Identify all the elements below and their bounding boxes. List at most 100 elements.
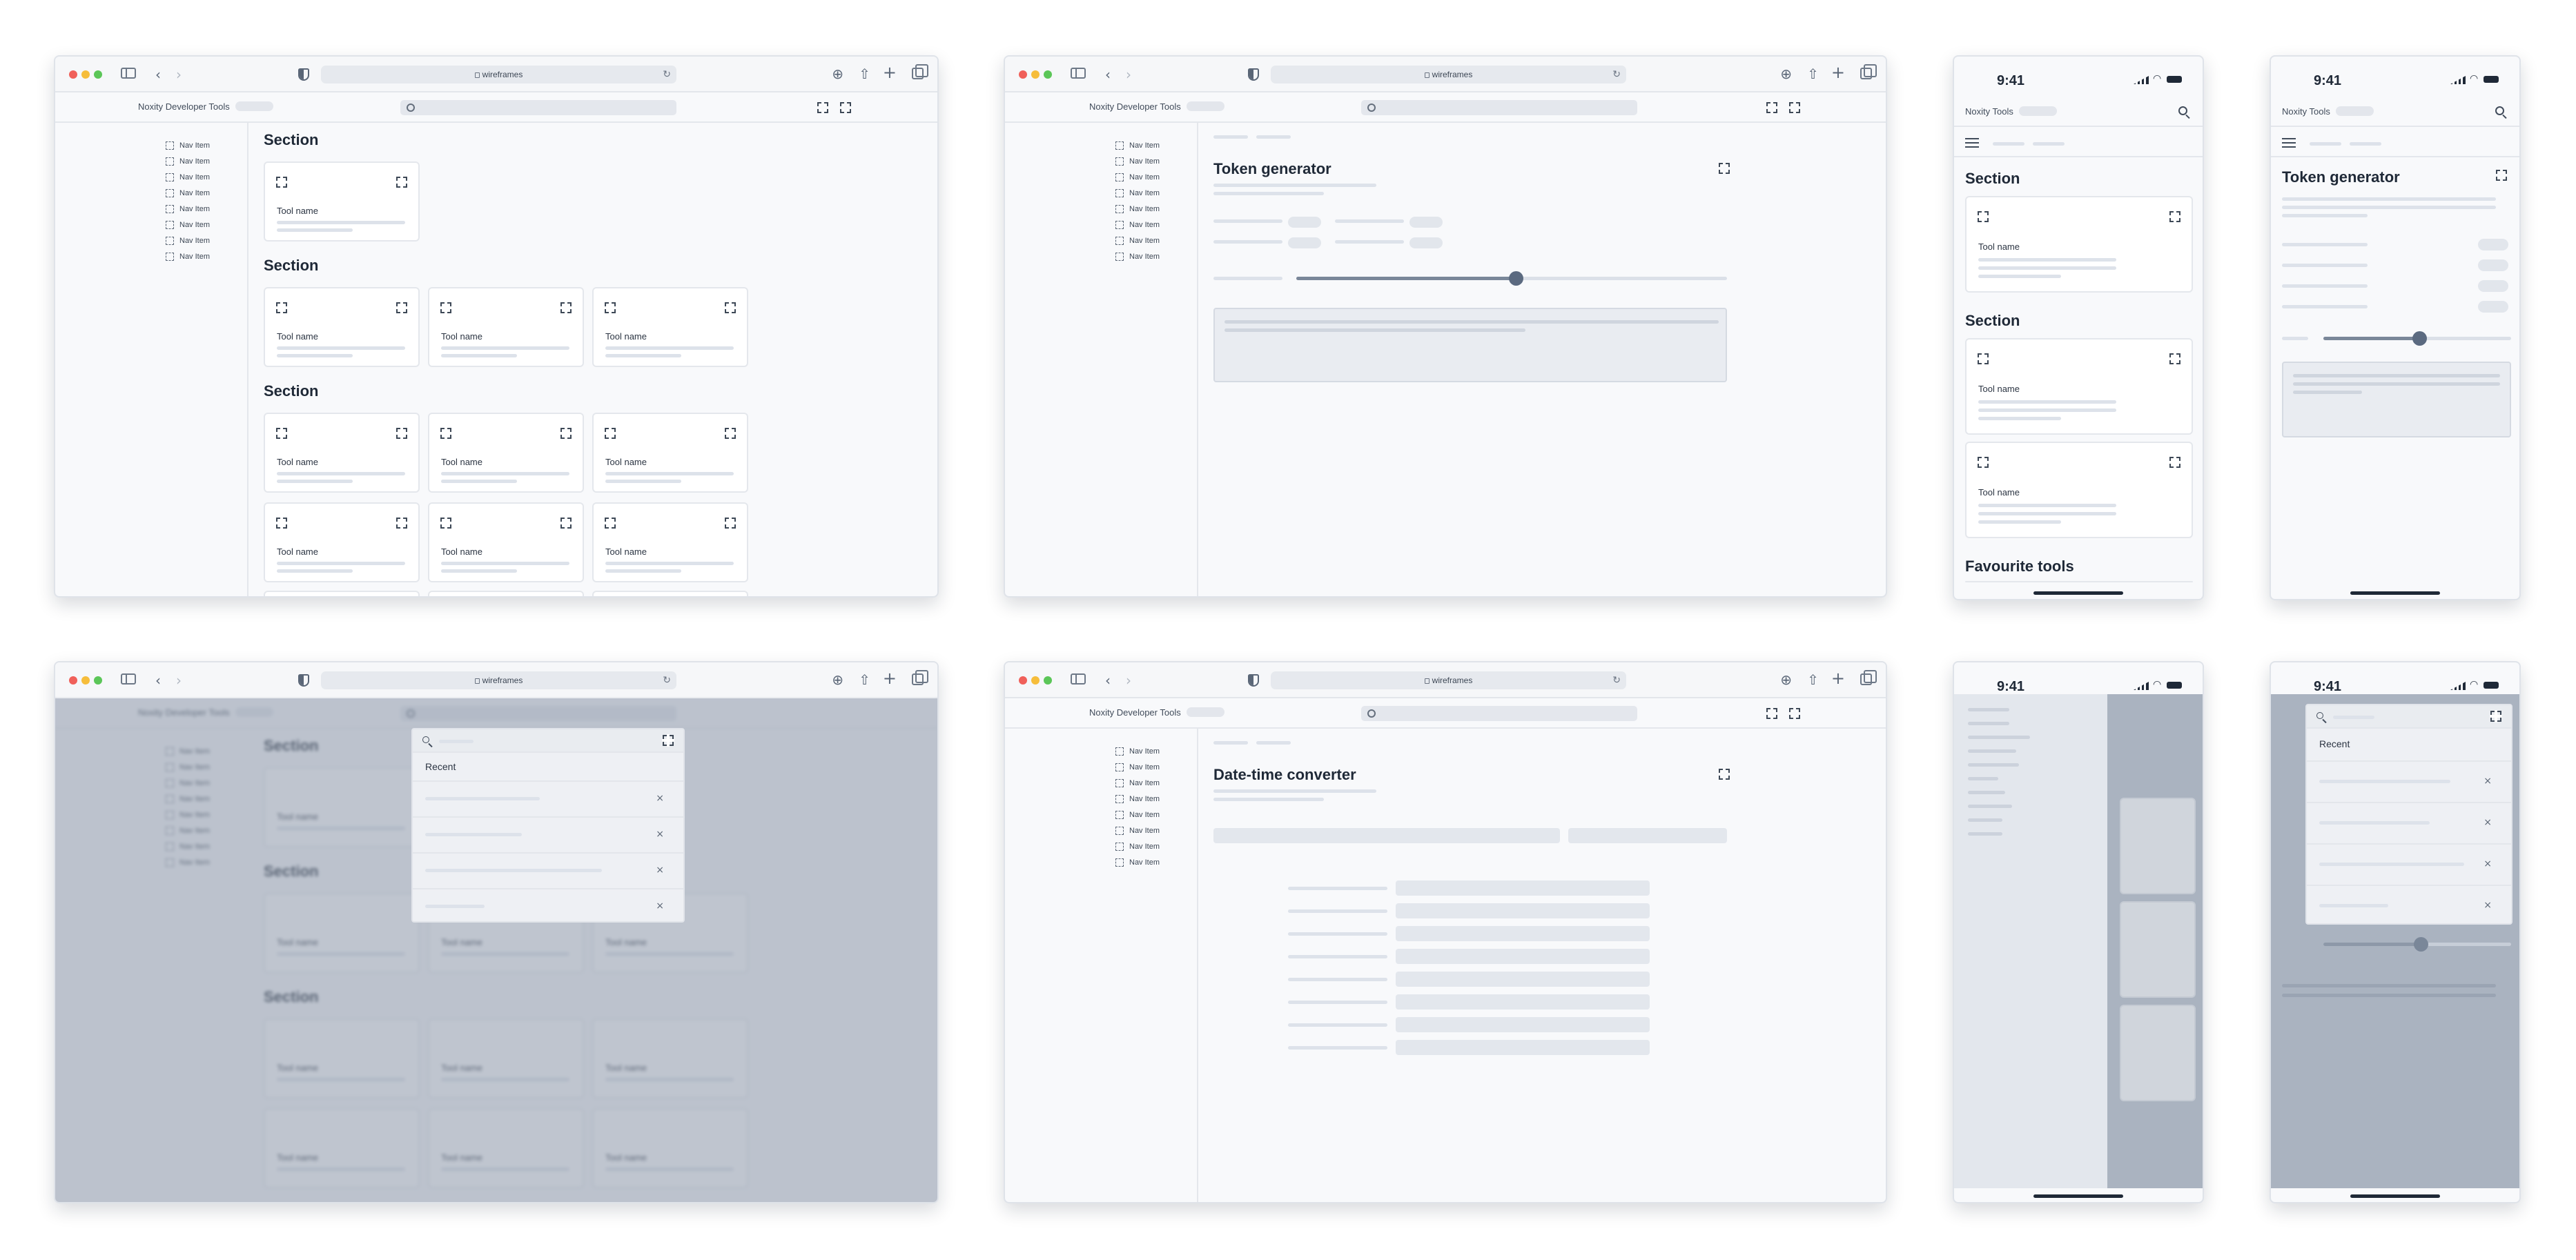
maximize-window-dot[interactable]	[1044, 676, 1052, 685]
share-icon[interactable]: ⇧	[859, 671, 870, 688]
nav-item[interactable]: Nav Item	[1115, 858, 1160, 874]
expand-icon[interactable]	[817, 101, 829, 114]
tool-card[interactable]	[592, 591, 748, 596]
recent-item[interactable]: ×	[413, 888, 683, 921]
nav-item[interactable]: Nav Item	[1115, 762, 1160, 778]
breadcrumb[interactable]	[1213, 135, 1248, 139]
nav-item[interactable]: Nav Item	[166, 188, 210, 204]
maximize-window-dot[interactable]	[94, 676, 102, 685]
home-indicator[interactable]	[2350, 1194, 2440, 1198]
app-title[interactable]: Noxity Developer Tools	[1089, 101, 1224, 112]
close-icon[interactable]: ×	[656, 793, 664, 804]
search-input[interactable]	[2307, 705, 2511, 729]
app-title[interactable]: Noxity Developer Tools	[1089, 707, 1224, 718]
nav-item[interactable]: Nav Item	[1115, 252, 1160, 268]
tool-card[interactable]: Tool name	[592, 502, 748, 582]
datetime-input[interactable]	[1213, 828, 1560, 843]
reload-icon[interactable]: ↻	[663, 671, 671, 689]
result-field[interactable]	[1396, 972, 1650, 987]
nav-item[interactable]: Nav Item	[1115, 826, 1160, 842]
share-icon[interactable]: ⇧	[859, 66, 870, 82]
address-bar[interactable]: wireframes ↻	[1271, 671, 1626, 689]
result-field[interactable]	[1396, 949, 1650, 964]
result-field[interactable]	[1396, 903, 1650, 918]
back-icon[interactable]: ‹	[1105, 66, 1111, 83]
expand-icon[interactable]	[1766, 101, 1778, 114]
new-tab-icon[interactable]: +	[1831, 670, 1845, 687]
drawer-item[interactable]	[1968, 763, 2019, 767]
download-icon[interactable]: ⊕	[832, 66, 843, 82]
new-tab-icon[interactable]: +	[883, 670, 897, 687]
sidebar-toggle-icon[interactable]	[1071, 673, 1086, 685]
expand-icon[interactable]	[1718, 162, 1730, 175]
option-toggle[interactable]	[1409, 217, 1443, 228]
breadcrumb[interactable]	[1993, 142, 2024, 146]
close-window-dot[interactable]	[1019, 676, 1027, 685]
drawer-item[interactable]	[1968, 818, 2002, 822]
tool-card[interactable]: Tool name	[1965, 338, 2193, 435]
length-slider[interactable]	[2323, 331, 2511, 346]
tool-card[interactable]: Tool name	[264, 161, 420, 242]
breadcrumb[interactable]	[1256, 135, 1291, 139]
drawer-item[interactable]	[1968, 722, 2009, 725]
tab-overview-icon[interactable]	[912, 64, 928, 79]
back-icon[interactable]: ‹	[155, 66, 161, 83]
nav-item[interactable]: Nav Item	[1115, 173, 1160, 188]
option-toggle[interactable]	[1288, 217, 1321, 228]
close-icon[interactable]: ×	[2484, 776, 2492, 787]
search-input[interactable]	[413, 729, 683, 753]
nav-item[interactable]: Nav Item	[1115, 204, 1160, 220]
drawer-item[interactable]	[1968, 749, 2016, 753]
close-icon[interactable]: ×	[2484, 900, 2492, 911]
length-slider[interactable]	[1296, 271, 1727, 286]
drawer-item[interactable]	[1968, 708, 2009, 711]
option-toggle[interactable]	[2478, 301, 2508, 313]
minimize-window-dot[interactable]	[1031, 676, 1040, 685]
result-field[interactable]	[1396, 1017, 1650, 1032]
close-icon[interactable]: ×	[656, 829, 664, 840]
tool-card[interactable]: Tool name	[428, 413, 584, 493]
tool-card[interactable]: Tool name	[428, 287, 584, 367]
hamburger-icon[interactable]	[2282, 138, 2296, 148]
tool-card[interactable]: Tool name	[264, 287, 420, 367]
reload-icon[interactable]: ↻	[663, 66, 671, 83]
nav-item[interactable]: Nav Item	[166, 141, 210, 157]
sidebar-toggle-icon[interactable]	[1071, 68, 1086, 79]
sidebar-toggle-icon[interactable]	[121, 68, 136, 79]
option-toggle[interactable]	[2478, 239, 2508, 250]
forward-icon[interactable]: ›	[176, 672, 182, 689]
reload-icon[interactable]: ↻	[1612, 66, 1621, 83]
home-indicator[interactable]	[2033, 591, 2123, 595]
new-tab-icon[interactable]: +	[883, 64, 897, 81]
breadcrumb[interactable]	[1256, 741, 1291, 745]
close-window-dot[interactable]	[69, 70, 77, 79]
maximize-window-dot[interactable]	[1044, 70, 1052, 79]
nav-item[interactable]: Nav Item	[1115, 842, 1160, 858]
tab-overview-icon[interactable]	[1860, 670, 1877, 685]
recent-item[interactable]: ×	[413, 852, 683, 888]
drawer-item[interactable]	[1968, 832, 2002, 836]
recent-item[interactable]: ×	[413, 780, 683, 816]
nav-item[interactable]: Nav Item	[166, 220, 210, 236]
tool-card[interactable]: Tool name	[592, 413, 748, 493]
drawer-item[interactable]	[1968, 791, 2005, 794]
minimize-window-dot[interactable]	[81, 70, 90, 79]
nav-item[interactable]: Nav Item	[1115, 141, 1160, 157]
drawer-item[interactable]	[1968, 736, 2030, 739]
search-icon[interactable]	[2495, 106, 2504, 115]
download-icon[interactable]: ⊕	[832, 671, 843, 688]
option-toggle[interactable]	[2478, 259, 2508, 271]
breadcrumb[interactable]	[1213, 741, 1248, 745]
nav-item[interactable]: Nav Item	[166, 173, 210, 188]
address-bar[interactable]: wireframes ↻	[1271, 66, 1626, 83]
recent-item[interactable]: ×	[2307, 802, 2511, 843]
slider-knob[interactable]	[2412, 331, 2427, 346]
fullscreen-icon[interactable]	[839, 101, 852, 114]
tool-card[interactable]: Tool name	[264, 502, 420, 582]
nav-item[interactable]: Nav Item	[1115, 794, 1160, 810]
new-tab-icon[interactable]: +	[1831, 64, 1845, 81]
nav-item[interactable]: Nav Item	[1115, 810, 1160, 826]
tool-card[interactable]: Tool name	[428, 502, 584, 582]
address-bar[interactable]: wireframes ↻	[321, 671, 676, 689]
result-field[interactable]	[1396, 880, 1650, 896]
